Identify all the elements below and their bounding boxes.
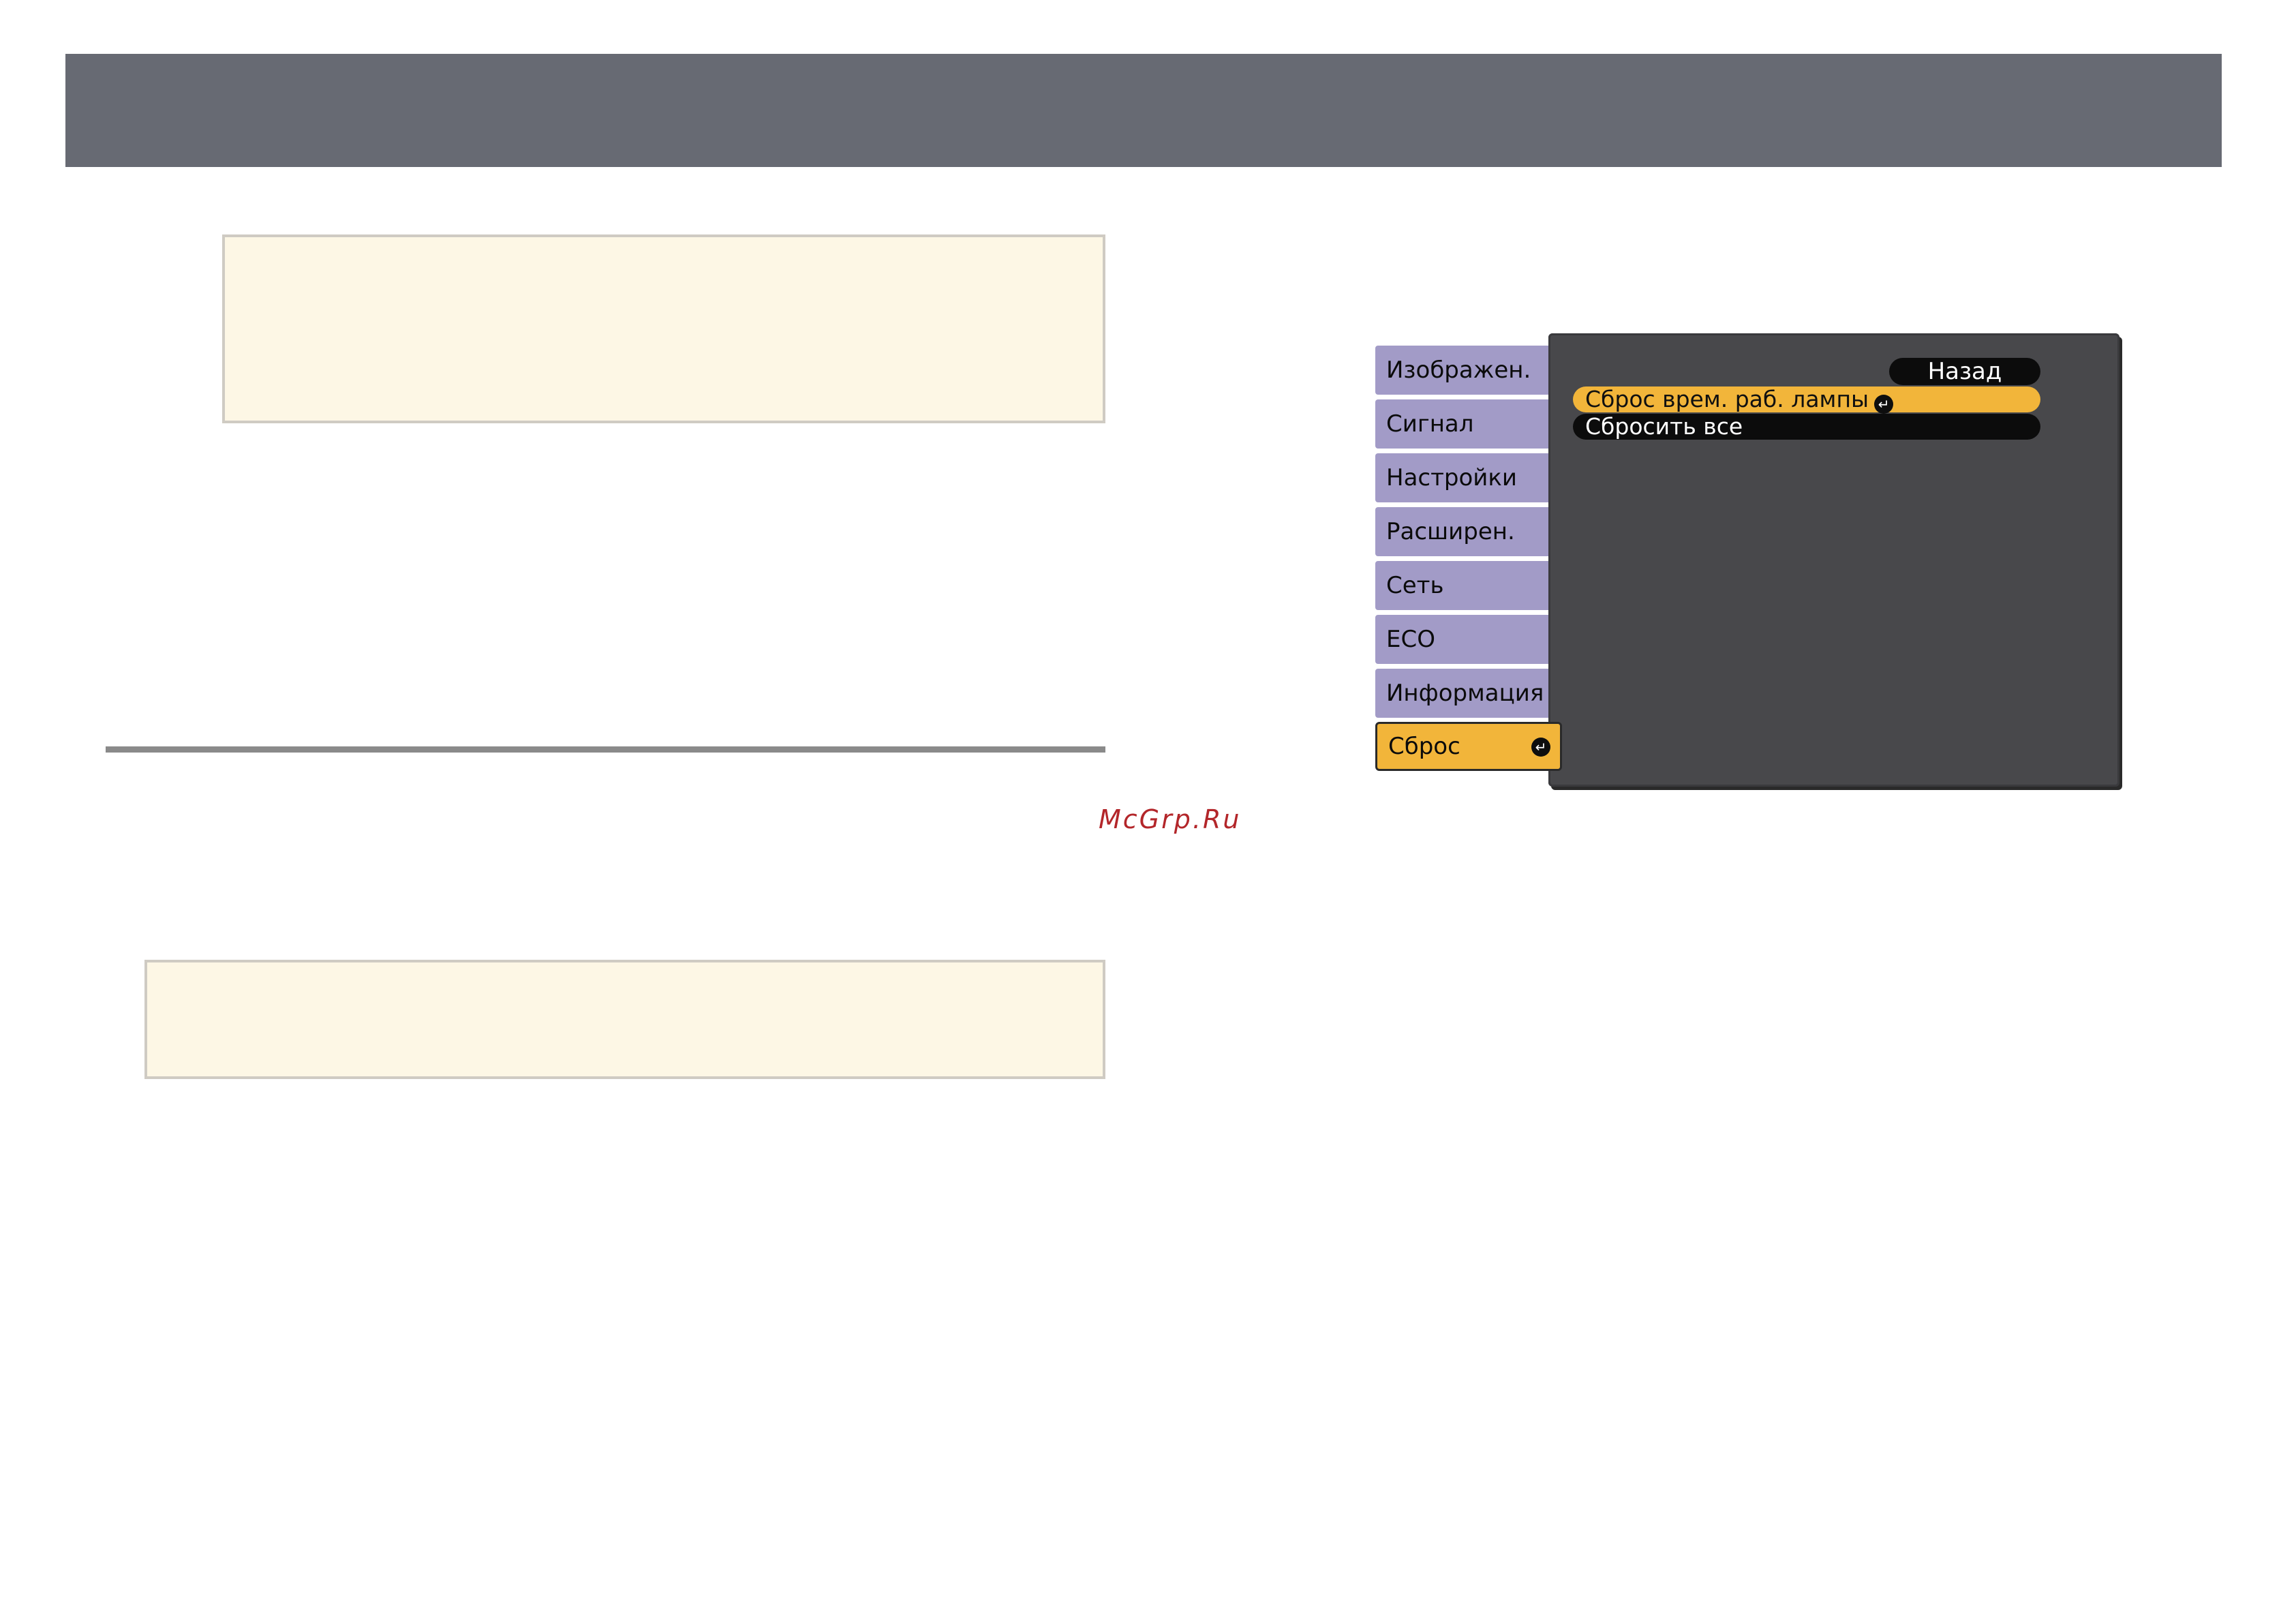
tab-label: Расширен. — [1386, 518, 1515, 545]
menu-item-label: Сбросить все — [1585, 413, 1743, 440]
tab-extended[interactable]: Расширен. — [1375, 507, 1557, 556]
tab-reset[interactable]: Сброс ↵ — [1375, 722, 1562, 771]
menu-item-reset-lamp-hours[interactable]: Сброс врем. раб. лампы ↵ — [1573, 386, 2040, 414]
menu-item-reset-all[interactable]: Сбросить все — [1573, 414, 2040, 440]
tab-label: Настройки — [1386, 464, 1518, 491]
tab-label: Информация — [1386, 680, 1544, 707]
tab-image[interactable]: Изображен. — [1375, 346, 1557, 395]
tab-label: Сброс — [1388, 733, 1460, 760]
menu-panel: Назад Сброс врем. раб. лампы ↵ Сбросить в… — [1548, 333, 2119, 787]
back-button[interactable]: Назад — [1889, 358, 2040, 385]
note-box-top — [222, 234, 1105, 423]
menu-item-label: Сброс врем. раб. лампы — [1585, 386, 1869, 412]
page-header-bar — [65, 54, 2222, 167]
tab-settings[interactable]: Настройки — [1375, 453, 1557, 502]
tab-eco[interactable]: ECO — [1375, 615, 1557, 664]
tab-label: ECO — [1386, 626, 1435, 653]
enter-icon: ↵ — [1531, 738, 1550, 757]
tab-label: Изображен. — [1386, 357, 1531, 384]
projector-menu: Изображен. Сигнал Настройки Расширен. Се… — [1370, 331, 2126, 791]
tab-information[interactable]: Информация — [1375, 669, 1557, 718]
enter-icon: ↵ — [1874, 395, 1894, 414]
tab-label: Сеть — [1386, 572, 1444, 599]
note-box-bottom — [144, 960, 1105, 1079]
tab-network[interactable]: Сеть — [1375, 561, 1557, 610]
tab-label: Сигнал — [1386, 410, 1474, 438]
watermark: McGrp.Ru — [1099, 804, 1242, 834]
tab-signal[interactable]: Сигнал — [1375, 399, 1557, 449]
section-divider — [106, 746, 1105, 753]
